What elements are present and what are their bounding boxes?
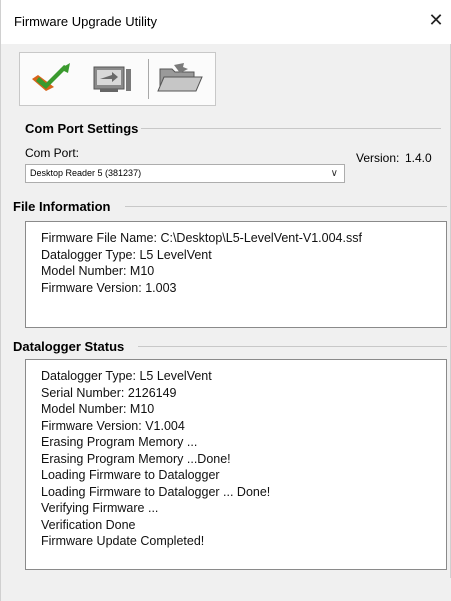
group-divider xyxy=(141,128,441,129)
open-folder-button[interactable] xyxy=(154,57,208,101)
file-info-line: Firmware Version: 1.003 xyxy=(41,280,177,295)
status-line: Firmware Update Completed! xyxy=(41,534,205,548)
file-info-line: Model Number: M10 xyxy=(41,264,155,278)
chevron-down-icon: ∨ xyxy=(330,168,338,179)
title-bar: Firmware Upgrade Utility ✕ xyxy=(1,0,451,44)
file-info-line: Firmware File Name: C:\Desktop\L5-LevelV… xyxy=(41,231,362,245)
file-info-panel: Firmware File Name: C:\Desktop\L5-LevelV… xyxy=(25,221,447,328)
status-log-panel[interactable]: Datalogger Type: L5 LevelVent Serial Num… xyxy=(25,359,447,570)
status-line: Verification Done xyxy=(41,517,136,532)
status-group-title: Datalogger Status xyxy=(13,339,125,354)
window-title: Firmware Upgrade Utility xyxy=(14,14,158,29)
close-icon[interactable]: ✕ xyxy=(426,10,446,30)
status-line: Verifying Firmware ... xyxy=(41,501,159,515)
com-port-label: Com Port: xyxy=(25,146,80,160)
toolbar-separator xyxy=(148,59,149,99)
folder-open-icon xyxy=(157,63,203,92)
group-divider xyxy=(125,206,447,207)
status-line: Firmware Version: V1.004 xyxy=(41,418,185,433)
status-bar xyxy=(1,578,451,601)
status-line: Loading Firmware to Datalogger xyxy=(41,468,220,482)
status-line: Model Number: M10 xyxy=(41,402,155,416)
toolbar xyxy=(19,52,216,106)
monitor-arrow-icon xyxy=(93,66,131,92)
status-line: Erasing Program Memory ...Done! xyxy=(41,451,231,466)
status-line: Loading Firmware to Datalogger ... Done! xyxy=(41,484,271,499)
version-value: 1.4.0 xyxy=(405,151,432,165)
com-port-group-title: Com Port Settings xyxy=(25,121,139,136)
firmware-upgrade-window: Firmware Upgrade Utility ✕ Com Port Sett… xyxy=(0,0,451,601)
status-line: Datalogger Type: L5 LevelVent xyxy=(41,369,212,383)
file-info-line: Datalogger Type: L5 LevelVent xyxy=(41,247,212,262)
group-divider xyxy=(138,346,447,347)
com-port-select[interactable]: Desktop Reader 5 (381237) ∨ xyxy=(25,164,345,183)
checkmark-arrow-icon xyxy=(32,63,70,91)
status-line: Erasing Program Memory ... xyxy=(41,435,198,449)
version-label: Version: xyxy=(356,151,400,165)
upgrade-firmware-button[interactable] xyxy=(24,57,78,101)
com-port-selected-value: Desktop Reader 5 (381237) xyxy=(30,168,142,178)
open-device-button[interactable] xyxy=(84,57,138,101)
status-line: Serial Number: 2126149 xyxy=(41,385,177,400)
file-info-group-title: File Information xyxy=(13,199,111,214)
